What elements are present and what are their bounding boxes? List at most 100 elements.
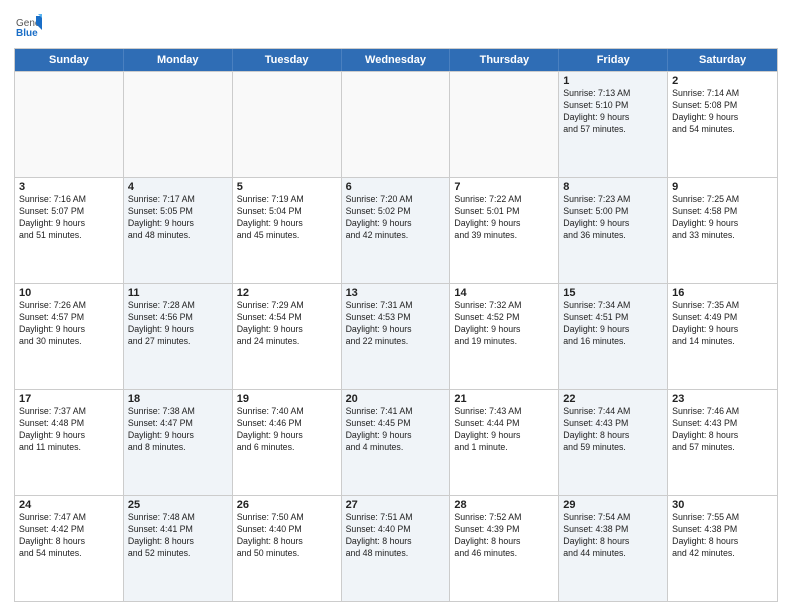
logo: General Blue <box>14 12 46 40</box>
day-number: 3 <box>19 181 119 193</box>
day-number: 9 <box>672 181 773 193</box>
page-header: General Blue <box>14 12 778 40</box>
cal-cell-14: 14Sunrise: 7:32 AM Sunset: 4:52 PM Dayli… <box>450 284 559 389</box>
day-number: 1 <box>563 75 663 87</box>
day-number: 18 <box>128 393 228 405</box>
header-sunday: Sunday <box>15 49 124 71</box>
day-number: 17 <box>19 393 119 405</box>
cal-cell-13: 13Sunrise: 7:31 AM Sunset: 4:53 PM Dayli… <box>342 284 451 389</box>
calendar: SundayMondayTuesdayWednesdayThursdayFrid… <box>14 48 778 602</box>
cal-cell-9: 9Sunrise: 7:25 AM Sunset: 4:58 PM Daylig… <box>668 178 777 283</box>
day-number: 15 <box>563 287 663 299</box>
cal-cell-4: 4Sunrise: 7:17 AM Sunset: 5:05 PM Daylig… <box>124 178 233 283</box>
day-number: 26 <box>237 499 337 511</box>
svg-text:Blue: Blue <box>16 28 38 39</box>
day-number: 12 <box>237 287 337 299</box>
day-info: Sunrise: 7:29 AM Sunset: 4:54 PM Dayligh… <box>237 300 337 348</box>
cal-cell-empty <box>124 72 233 177</box>
week-row-3: 10Sunrise: 7:26 AM Sunset: 4:57 PM Dayli… <box>15 283 777 389</box>
cal-cell-12: 12Sunrise: 7:29 AM Sunset: 4:54 PM Dayli… <box>233 284 342 389</box>
day-number: 30 <box>672 499 773 511</box>
day-number: 21 <box>454 393 554 405</box>
cal-cell-16: 16Sunrise: 7:35 AM Sunset: 4:49 PM Dayli… <box>668 284 777 389</box>
day-number: 19 <box>237 393 337 405</box>
day-info: Sunrise: 7:43 AM Sunset: 4:44 PM Dayligh… <box>454 406 554 454</box>
day-number: 16 <box>672 287 773 299</box>
week-row-4: 17Sunrise: 7:37 AM Sunset: 4:48 PM Dayli… <box>15 389 777 495</box>
day-info: Sunrise: 7:32 AM Sunset: 4:52 PM Dayligh… <box>454 300 554 348</box>
cal-cell-6: 6Sunrise: 7:20 AM Sunset: 5:02 PM Daylig… <box>342 178 451 283</box>
header-friday: Friday <box>559 49 668 71</box>
week-row-5: 24Sunrise: 7:47 AM Sunset: 4:42 PM Dayli… <box>15 495 777 601</box>
cal-cell-1: 1Sunrise: 7:13 AM Sunset: 5:10 PM Daylig… <box>559 72 668 177</box>
day-number: 24 <box>19 499 119 511</box>
day-info: Sunrise: 7:40 AM Sunset: 4:46 PM Dayligh… <box>237 406 337 454</box>
header-thursday: Thursday <box>450 49 559 71</box>
cal-cell-7: 7Sunrise: 7:22 AM Sunset: 5:01 PM Daylig… <box>450 178 559 283</box>
day-number: 6 <box>346 181 446 193</box>
cal-cell-empty <box>342 72 451 177</box>
day-info: Sunrise: 7:54 AM Sunset: 4:38 PM Dayligh… <box>563 512 663 560</box>
cal-cell-empty <box>15 72 124 177</box>
cal-cell-2: 2Sunrise: 7:14 AM Sunset: 5:08 PM Daylig… <box>668 72 777 177</box>
day-number: 14 <box>454 287 554 299</box>
day-info: Sunrise: 7:44 AM Sunset: 4:43 PM Dayligh… <box>563 406 663 454</box>
logo-icon: General Blue <box>14 12 42 40</box>
day-info: Sunrise: 7:34 AM Sunset: 4:51 PM Dayligh… <box>563 300 663 348</box>
day-number: 2 <box>672 75 773 87</box>
day-info: Sunrise: 7:20 AM Sunset: 5:02 PM Dayligh… <box>346 194 446 242</box>
day-info: Sunrise: 7:47 AM Sunset: 4:42 PM Dayligh… <box>19 512 119 560</box>
day-number: 11 <box>128 287 228 299</box>
day-info: Sunrise: 7:14 AM Sunset: 5:08 PM Dayligh… <box>672 88 773 136</box>
day-info: Sunrise: 7:51 AM Sunset: 4:40 PM Dayligh… <box>346 512 446 560</box>
day-number: 8 <box>563 181 663 193</box>
day-info: Sunrise: 7:22 AM Sunset: 5:01 PM Dayligh… <box>454 194 554 242</box>
cal-cell-5: 5Sunrise: 7:19 AM Sunset: 5:04 PM Daylig… <box>233 178 342 283</box>
day-info: Sunrise: 7:46 AM Sunset: 4:43 PM Dayligh… <box>672 406 773 454</box>
day-info: Sunrise: 7:17 AM Sunset: 5:05 PM Dayligh… <box>128 194 228 242</box>
day-info: Sunrise: 7:28 AM Sunset: 4:56 PM Dayligh… <box>128 300 228 348</box>
day-number: 28 <box>454 499 554 511</box>
day-info: Sunrise: 7:55 AM Sunset: 4:38 PM Dayligh… <box>672 512 773 560</box>
cal-cell-8: 8Sunrise: 7:23 AM Sunset: 5:00 PM Daylig… <box>559 178 668 283</box>
day-info: Sunrise: 7:13 AM Sunset: 5:10 PM Dayligh… <box>563 88 663 136</box>
header-wednesday: Wednesday <box>342 49 451 71</box>
cal-cell-21: 21Sunrise: 7:43 AM Sunset: 4:44 PM Dayli… <box>450 390 559 495</box>
day-info: Sunrise: 7:52 AM Sunset: 4:39 PM Dayligh… <box>454 512 554 560</box>
day-info: Sunrise: 7:38 AM Sunset: 4:47 PM Dayligh… <box>128 406 228 454</box>
cal-cell-3: 3Sunrise: 7:16 AM Sunset: 5:07 PM Daylig… <box>15 178 124 283</box>
calendar-body: 1Sunrise: 7:13 AM Sunset: 5:10 PM Daylig… <box>15 71 777 601</box>
day-number: 7 <box>454 181 554 193</box>
cal-cell-30: 30Sunrise: 7:55 AM Sunset: 4:38 PM Dayli… <box>668 496 777 601</box>
day-number: 23 <box>672 393 773 405</box>
cal-cell-25: 25Sunrise: 7:48 AM Sunset: 4:41 PM Dayli… <box>124 496 233 601</box>
cal-cell-19: 19Sunrise: 7:40 AM Sunset: 4:46 PM Dayli… <box>233 390 342 495</box>
cal-cell-17: 17Sunrise: 7:37 AM Sunset: 4:48 PM Dayli… <box>15 390 124 495</box>
cal-cell-28: 28Sunrise: 7:52 AM Sunset: 4:39 PM Dayli… <box>450 496 559 601</box>
cal-cell-20: 20Sunrise: 7:41 AM Sunset: 4:45 PM Dayli… <box>342 390 451 495</box>
day-info: Sunrise: 7:48 AM Sunset: 4:41 PM Dayligh… <box>128 512 228 560</box>
cal-cell-26: 26Sunrise: 7:50 AM Sunset: 4:40 PM Dayli… <box>233 496 342 601</box>
header-saturday: Saturday <box>668 49 777 71</box>
day-number: 4 <box>128 181 228 193</box>
day-number: 5 <box>237 181 337 193</box>
day-number: 27 <box>346 499 446 511</box>
day-info: Sunrise: 7:50 AM Sunset: 4:40 PM Dayligh… <box>237 512 337 560</box>
day-number: 20 <box>346 393 446 405</box>
day-number: 25 <box>128 499 228 511</box>
day-info: Sunrise: 7:41 AM Sunset: 4:45 PM Dayligh… <box>346 406 446 454</box>
cal-cell-11: 11Sunrise: 7:28 AM Sunset: 4:56 PM Dayli… <box>124 284 233 389</box>
cal-cell-23: 23Sunrise: 7:46 AM Sunset: 4:43 PM Dayli… <box>668 390 777 495</box>
day-info: Sunrise: 7:26 AM Sunset: 4:57 PM Dayligh… <box>19 300 119 348</box>
day-number: 29 <box>563 499 663 511</box>
cal-cell-18: 18Sunrise: 7:38 AM Sunset: 4:47 PM Dayli… <box>124 390 233 495</box>
cal-cell-10: 10Sunrise: 7:26 AM Sunset: 4:57 PM Dayli… <box>15 284 124 389</box>
week-row-2: 3Sunrise: 7:16 AM Sunset: 5:07 PM Daylig… <box>15 177 777 283</box>
day-number: 22 <box>563 393 663 405</box>
day-info: Sunrise: 7:31 AM Sunset: 4:53 PM Dayligh… <box>346 300 446 348</box>
day-number: 10 <box>19 287 119 299</box>
cal-cell-empty <box>233 72 342 177</box>
day-info: Sunrise: 7:37 AM Sunset: 4:48 PM Dayligh… <box>19 406 119 454</box>
header-tuesday: Tuesday <box>233 49 342 71</box>
cal-cell-15: 15Sunrise: 7:34 AM Sunset: 4:51 PM Dayli… <box>559 284 668 389</box>
